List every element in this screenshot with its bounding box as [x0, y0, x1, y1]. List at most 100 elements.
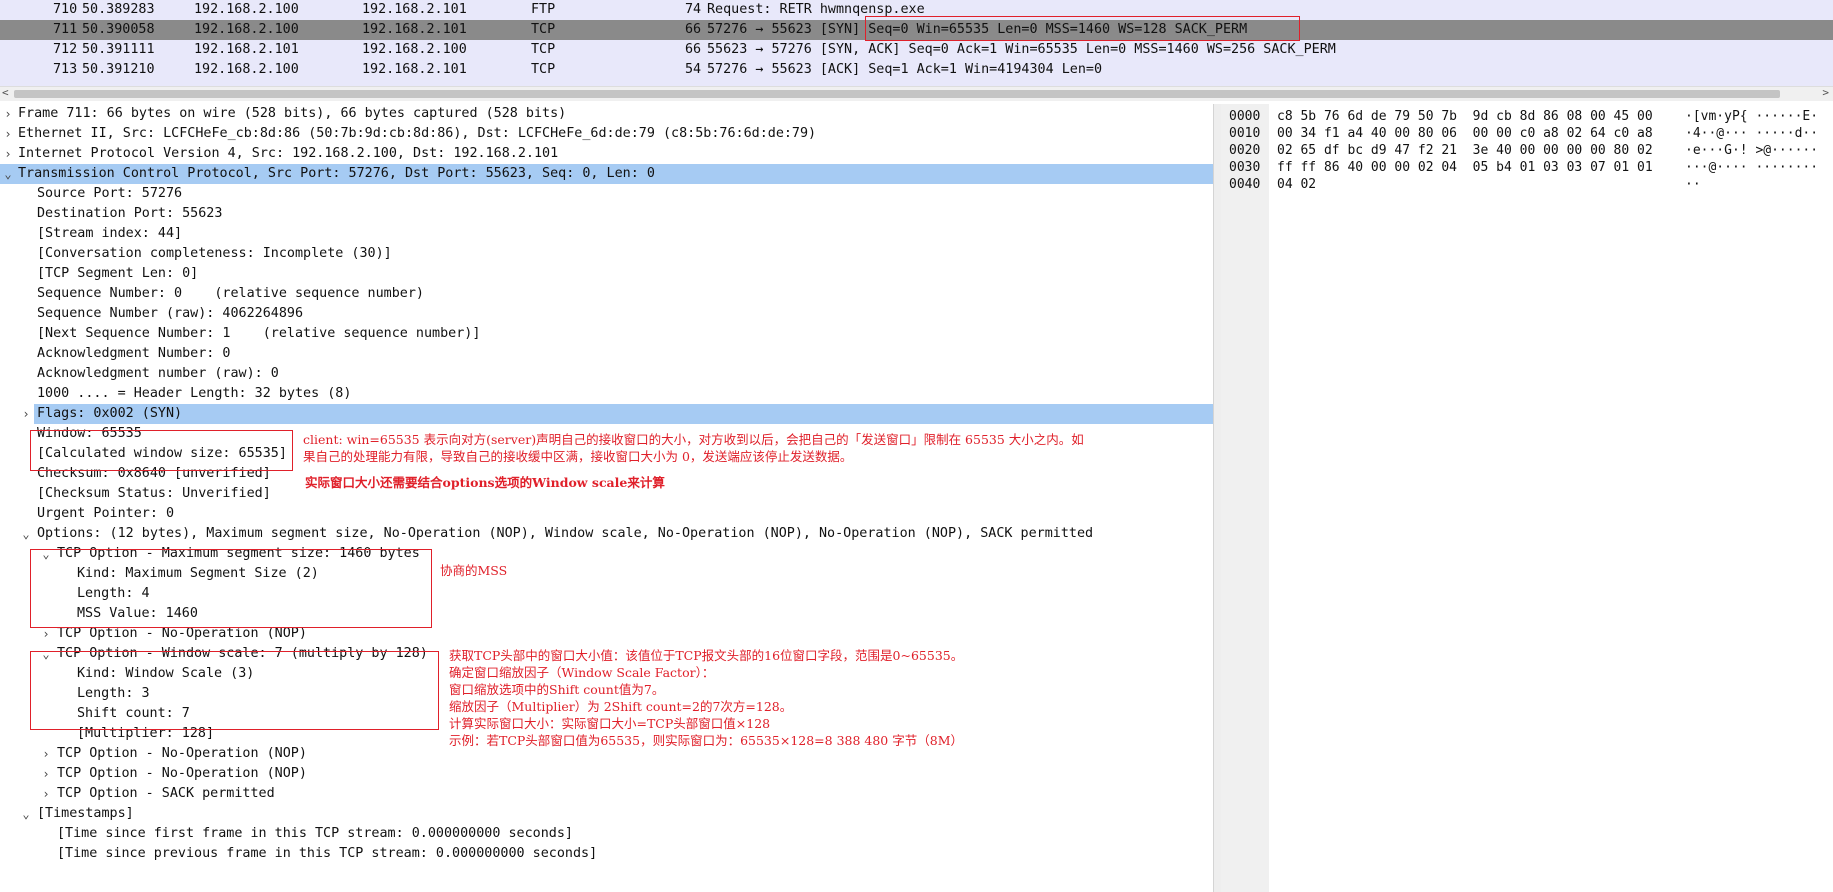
packet-list: 710 50.389283 192.168.2.100 192.168.2.101 FT… — [0, 0, 1833, 86]
detail-tree-label: Destination Port: 55623 — [37, 206, 223, 221]
hex-offset: 0010 — [1229, 126, 1261, 141]
detail-tree-row[interactable]: [TCP Segment Len: 0] — [0, 264, 1213, 284]
window-scale-note-line: 窗口缩放选项中的Shift count值为7。 — [449, 682, 665, 697]
packet-cell-no: 713 — [53, 62, 78, 77]
packet-cell-time: 50.391111 — [82, 42, 155, 57]
detail-tree-label: Internet Protocol Version 4, Src: 192.16… — [18, 146, 559, 161]
detail-tree-row[interactable]: Sequence Number: 0 (relative sequence nu… — [0, 284, 1213, 304]
detail-tree-label: Acknowledgment Number: 0 — [37, 346, 231, 361]
hex-bytes: c8 5b 76 6d de 79 50 7b 9d cb 8d 86 08 0… — [1277, 109, 1653, 124]
detail-tree-label: TCP Option - No-Operation (NOP) — [57, 766, 307, 781]
packet-cell-no: 711 — [53, 22, 78, 37]
detail-tree-row[interactable]: [Time since first frame in this TCP stre… — [0, 824, 1213, 844]
detail-tree-label: [Timestamps] — [37, 806, 134, 821]
packet-cell-dst: 192.168.2.101 — [362, 2, 467, 17]
detail-tree-label: Ethernet II, Src: LCFCHeFe_cb:8d:86 (50:… — [18, 126, 817, 141]
expand-caret-icon[interactable]: › — [20, 404, 32, 424]
hex-ascii: ···@···· ········ — [1685, 160, 1819, 175]
hex-bytes: 02 65 df bc d9 47 f2 21 3e 40 00 00 00 0… — [1277, 143, 1653, 158]
detail-tree-label: Sequence Number: 0 (relative sequence nu… — [37, 286, 424, 301]
detail-tree-row[interactable]: › TCP Option - No-Operation (NOP) — [0, 764, 1213, 784]
detail-tree-label: [Stream index: 44] — [37, 226, 183, 241]
window-scale-note-line: 获取TCP头部中的窗口大小值：该值位于TCP报文头部的16位窗口字段，范围是0~… — [449, 648, 964, 663]
detail-tree-row[interactable]: Acknowledgment Number: 0 — [0, 344, 1213, 364]
detail-tree-label: [Time since first frame in this TCP stre… — [57, 826, 573, 841]
detail-tree-row[interactable]: › Frame 711: 66 bytes on wire (528 bits),… — [0, 104, 1213, 124]
packet-cell-proto: TCP — [531, 62, 556, 77]
detail-tree-label: TCP Option - SACK permitted — [57, 786, 275, 801]
expand-caret-icon[interactable]: › — [2, 144, 14, 164]
packet-cell-time: 50.391210 — [82, 62, 155, 77]
packet-cell-src: 192.168.2.101 — [194, 42, 299, 57]
hex-ascii: ·[vm·yP{ ······E· — [1685, 109, 1819, 124]
detail-tree-row[interactable]: ⌄ [Timestamps] — [0, 804, 1213, 824]
detail-tree-label: TCP Option - No-Operation (NOP) — [57, 746, 307, 761]
expand-caret-icon[interactable]: › — [40, 784, 52, 804]
detail-tree-row[interactable]: [Stream index: 44] — [0, 224, 1213, 244]
packet-cell-time: 50.390058 — [82, 22, 155, 37]
packet-cell-proto: TCP — [531, 22, 556, 37]
detail-tree-row[interactable]: [Conversation completeness: Incomplete (… — [0, 244, 1213, 264]
detail-tree-label: Source Port: 57276 — [37, 186, 183, 201]
detail-tree-label: [TCP Segment Len: 0] — [37, 266, 199, 281]
detail-tree-row[interactable]: [Next Sequence Number: 1 (relative seque… — [0, 324, 1213, 344]
packet-cell-info: 57276 → 55623 [ACK] Seq=1 Ack=1 Win=4194… — [707, 62, 1103, 77]
detail-tree-row[interactable]: › Flags: 0x002 (SYN) — [22, 404, 1213, 424]
detail-tree-row[interactable]: Destination Port: 55623 — [0, 204, 1213, 224]
detail-tree-row[interactable]: Acknowledgment number (raw): 0 — [0, 364, 1213, 384]
packet-cell-src: 192.168.2.100 — [194, 22, 299, 37]
detail-tree-label: Flags: 0x002 (SYN) — [37, 406, 183, 421]
mss-note: 协商的MSS — [440, 563, 508, 578]
packet-cell-dst: 192.168.2.101 — [362, 62, 467, 77]
collapse-caret-icon[interactable]: ⌄ — [20, 804, 32, 824]
detail-tree-row[interactable]: Sequence Number (raw): 4062264896 — [0, 304, 1213, 324]
detail-tree-label: Sequence Number (raw): 4062264896 — [37, 306, 304, 321]
expand-caret-icon[interactable]: › — [2, 124, 14, 144]
syn-info-highlight-box — [865, 16, 1300, 41]
detail-tree-row[interactable]: [Time since previous frame in this TCP s… — [0, 844, 1213, 864]
packet-cell-info: 55623 → 57276 [SYN, ACK] Seq=0 Ack=1 Win… — [707, 42, 1336, 57]
detail-tree-row[interactable]: 1000 .... = Header Length: 32 bytes (8) — [0, 384, 1213, 404]
detail-tree-row[interactable]: ⌄ Options: (12 bytes), Maximum segment si… — [0, 524, 1213, 544]
detail-tree-label: 1000 .... = Header Length: 32 bytes (8) — [37, 386, 352, 401]
scrollbar-thumb[interactable] — [14, 90, 1780, 98]
window-scale-note-line: 确定窗口缩放因子（Window Scale Factor）： — [449, 665, 715, 680]
detail-tree-label: [Time since previous frame in this TCP s… — [57, 846, 598, 861]
packet-cell-time: 50.389283 — [82, 2, 155, 17]
detail-tree-label: Acknowledgment number (raw): 0 — [37, 366, 279, 381]
detail-tree-row[interactable]: › Internet Protocol Version 4, Src: 192.1… — [0, 144, 1213, 164]
detail-tree-row[interactable]: Urgent Pointer: 0 — [0, 504, 1213, 524]
collapse-caret-icon[interactable]: ⌄ — [2, 164, 14, 184]
packet-details-pane: › Frame 711: 66 bytes on wire (528 bits),… — [0, 104, 1213, 892]
scroll-left-arrow-icon[interactable]: < — [2, 86, 9, 99]
detail-tree-row[interactable]: › Ethernet II, Src: LCFCHeFe_cb:8d:86 (50… — [0, 124, 1213, 144]
packet-cell-src: 192.168.2.100 — [194, 62, 299, 77]
packet-cell-dst: 192.168.2.101 — [362, 22, 467, 37]
window-note-line2: 果自己的处理能力有限，导致自己的接收缓中区满，接收窗口大小为 0，发送端应该停止… — [303, 449, 853, 464]
window-scale-note-line: 计算实际窗口大小：实际窗口大小=TCP头部窗口值×128 — [449, 716, 771, 731]
packet-cell-no: 712 — [53, 42, 78, 57]
expand-caret-icon[interactable]: › — [2, 104, 14, 124]
detail-tree-label: Options: (12 bytes), Maximum segment siz… — [37, 526, 1094, 541]
detail-tree-row[interactable]: Source Port: 57276 — [0, 184, 1213, 204]
packet-cell-dst: 192.168.2.100 — [362, 42, 467, 57]
packet-row[interactable]: 713 50.391210 192.168.2.100 192.168.2.101 TC… — [0, 60, 1833, 80]
hex-ascii: ·· — [1685, 177, 1701, 192]
detail-tree-row[interactable]: › TCP Option - SACK permitted — [0, 784, 1213, 804]
expand-caret-icon[interactable]: › — [40, 744, 52, 764]
detail-tree-row[interactable]: ⌄ Transmission Control Protocol, Src Port… — [0, 164, 1213, 184]
packet-row[interactable]: 712 50.391111 192.168.2.101 192.168.2.100 TC… — [0, 40, 1833, 60]
window-scale-option-highlight-box — [30, 651, 439, 730]
expand-caret-icon[interactable]: › — [40, 764, 52, 784]
packet-list-horizontal-scrollbar[interactable]: < > — [0, 86, 1833, 101]
detail-tree-label: Transmission Control Protocol, Src Port:… — [18, 166, 655, 181]
hex-offset: 0030 — [1229, 160, 1261, 175]
collapse-caret-icon[interactable]: ⌄ — [20, 524, 32, 544]
hex-offset: 0000 — [1229, 109, 1261, 124]
hex-bytes: ff ff 86 40 00 00 02 04 05 b4 01 03 03 0… — [1277, 160, 1653, 175]
packet-cell-len: 66 — [685, 42, 702, 57]
window-fields-highlight-box — [30, 430, 293, 471]
packet-cell-len: 66 — [685, 22, 702, 37]
packet-cell-src: 192.168.2.100 — [194, 2, 299, 17]
scroll-right-arrow-icon[interactable]: > — [1822, 86, 1829, 99]
